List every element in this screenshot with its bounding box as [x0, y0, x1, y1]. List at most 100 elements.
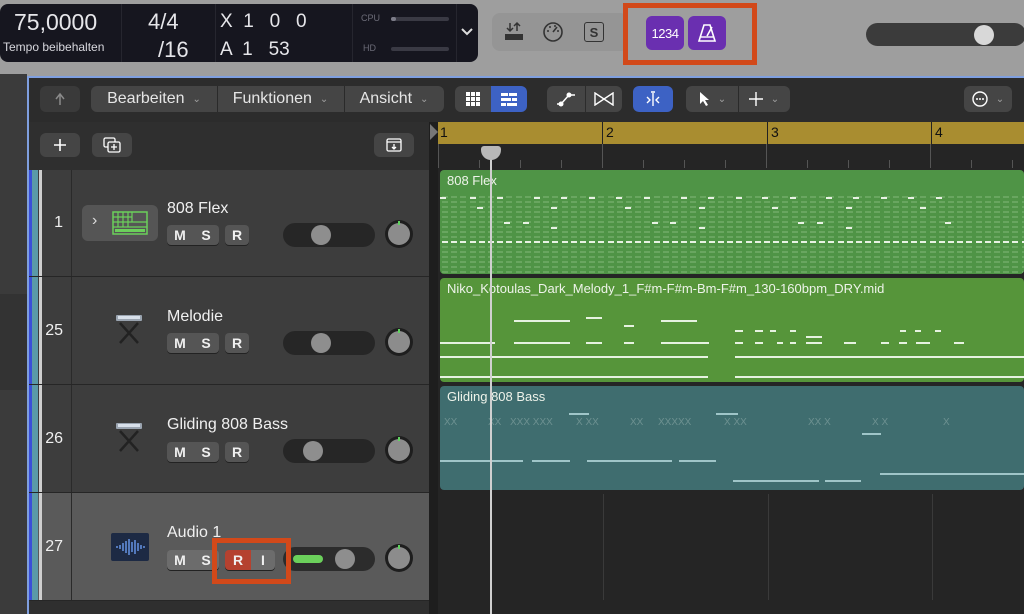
- position-section[interactable]: X 1 0 0 A 1 53: [216, 4, 353, 62]
- midi-note: [1012, 216, 1019, 218]
- list-view-button[interactable]: [491, 86, 527, 112]
- pan-knob[interactable]: [385, 544, 413, 572]
- midi-note: [469, 226, 476, 228]
- midi-note: [736, 201, 743, 203]
- volume-slider[interactable]: [283, 547, 375, 571]
- mute-button[interactable]: M: [167, 333, 193, 353]
- midi-note: [515, 231, 522, 233]
- midi-note: [819, 196, 826, 198]
- midi-note: [938, 271, 945, 273]
- solo-button[interactable]: S: [193, 333, 219, 353]
- drum-machine-designer-button[interactable]: ›: [82, 205, 158, 241]
- read-automation-button[interactable]: R: [225, 442, 249, 462]
- midi-note: [672, 241, 678, 243]
- pan-knob[interactable]: [385, 436, 413, 464]
- chevron-down-icon[interactable]: [460, 24, 474, 40]
- track-name[interactable]: 808 Flex: [167, 200, 228, 218]
- midi-note: [948, 261, 954, 263]
- master-volume-slider[interactable]: [866, 23, 1024, 46]
- volume-slider[interactable]: [283, 439, 375, 463]
- bar-ruler[interactable]: 1 2 3 4: [438, 122, 1024, 144]
- duplicate-track-button[interactable]: [92, 133, 132, 157]
- midi-note: [681, 197, 687, 199]
- track-name[interactable]: Melodie: [167, 308, 223, 326]
- midi-note: [690, 226, 697, 228]
- midi-note: [902, 241, 908, 243]
- volume-slider[interactable]: [283, 223, 375, 247]
- midi-note: [957, 246, 964, 248]
- volume-slider[interactable]: [283, 331, 375, 355]
- master-volume-knob[interactable]: [974, 25, 994, 45]
- midi-note: [846, 227, 852, 229]
- volume-knob[interactable]: [335, 549, 355, 569]
- midi-note: [586, 317, 602, 319]
- pointer-tool-button[interactable]: ⌄: [686, 86, 738, 112]
- tuning-gauge-icon[interactable]: [542, 21, 564, 48]
- mute-button[interactable]: M: [167, 225, 193, 245]
- midi-note: [1012, 211, 1019, 213]
- track-name[interactable]: Gliding 808 Bass: [167, 416, 288, 434]
- pan-knob[interactable]: [385, 220, 413, 248]
- menu-funktionen[interactable]: Funktionen ⌄: [217, 86, 344, 112]
- beat-ruler[interactable]: [438, 144, 1024, 168]
- midi-note: [911, 256, 918, 258]
- catch-button[interactable]: [633, 86, 673, 112]
- midi-region[interactable]: Niko_Kotoulas_Dark_Melody_1_F#m-F#m-Bm-F…: [440, 278, 1024, 382]
- grid-view-button[interactable]: [455, 86, 491, 112]
- solo-button[interactable]: S: [193, 442, 219, 462]
- tempo-value[interactable]: 75,0000: [14, 9, 97, 36]
- midi-note: [506, 196, 513, 198]
- volume-knob[interactable]: [311, 333, 331, 353]
- midi-note: [892, 266, 899, 268]
- menu-bearbeiten[interactable]: Bearbeiten ⌄: [91, 86, 217, 112]
- crossfade-button[interactable]: [586, 86, 622, 112]
- midi-note: [635, 271, 642, 273]
- midi-region[interactable]: 808 Flex: [440, 170, 1024, 274]
- volume-knob[interactable]: [303, 441, 323, 461]
- midi-note: [911, 271, 918, 273]
- midi-note: [856, 251, 862, 253]
- midi-note: [984, 196, 991, 198]
- keyboard-stand-icon: [116, 315, 142, 344]
- track-row[interactable]: 25 Melodie M S R: [29, 277, 429, 385]
- track-row[interactable]: 26 Gliding 808 Bass M S R: [29, 385, 429, 493]
- menu-ansicht[interactable]: Ansicht ⌄: [344, 86, 444, 112]
- volume-knob[interactable]: [311, 225, 331, 245]
- metronome-button[interactable]: [688, 16, 726, 50]
- tempo-section[interactable]: 75,0000 Tempo beibehalten: [0, 4, 122, 62]
- midi-note: [478, 261, 485, 263]
- read-automation-button[interactable]: R: [225, 225, 249, 245]
- count-in-button[interactable]: 1234: [646, 16, 684, 50]
- midi-note: [727, 236, 734, 238]
- mute-button[interactable]: M: [167, 442, 193, 462]
- signature-section[interactable]: 4/4 /16: [122, 4, 216, 62]
- more-options-button[interactable]: ⌄: [964, 86, 1012, 112]
- midi-note: [773, 201, 780, 203]
- midi-note: [598, 206, 605, 208]
- pan-knob[interactable]: [385, 328, 413, 356]
- collapse-button[interactable]: [374, 133, 414, 157]
- midi-note: [626, 231, 632, 233]
- midi-note: [681, 251, 688, 253]
- mute-button[interactable]: M: [167, 550, 193, 570]
- midi-note: [883, 206, 890, 208]
- midi-note: [735, 376, 1024, 378]
- automation-button[interactable]: [547, 86, 585, 112]
- solo-s-icon[interactable]: S: [584, 22, 604, 42]
- solo-button[interactable]: S: [193, 225, 219, 245]
- midi-note: [856, 241, 862, 243]
- note-label: X: [943, 417, 950, 428]
- midi-note: [994, 196, 1000, 198]
- division[interactable]: /16: [158, 37, 189, 63]
- playhead[interactable]: [490, 148, 492, 614]
- midi-note: [966, 271, 973, 273]
- midi-note: [984, 241, 991, 243]
- crosshair-tool-button[interactable]: ⌄: [738, 86, 790, 112]
- track-row[interactable]: 1 › 808 Flex M S R: [29, 170, 429, 277]
- add-track-button[interactable]: [40, 133, 80, 157]
- import-export-icon[interactable]: [504, 21, 524, 48]
- midi-region[interactable]: Gliding 808 Bass XX XX XXX XXX X XX XX XXXXX X…: [440, 386, 1024, 490]
- read-automation-button[interactable]: R: [225, 333, 249, 353]
- back-button[interactable]: [40, 86, 80, 112]
- time-signature[interactable]: 4/4: [148, 9, 179, 35]
